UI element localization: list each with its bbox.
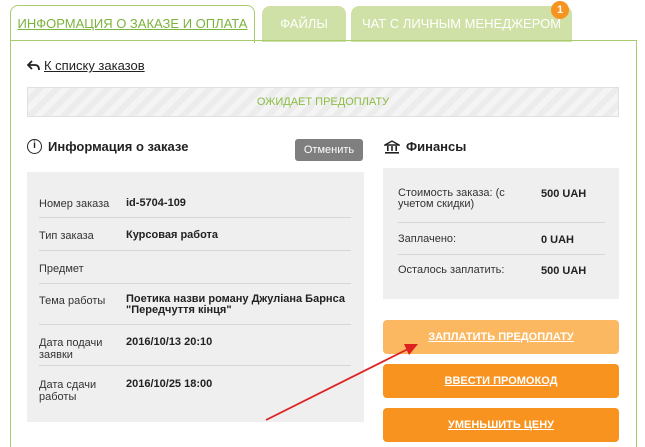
tab-order-info[interactable]: ИНФОРМАЦИЯ О ЗАКАЗЕ И ОПЛАТА xyxy=(10,5,255,43)
tab-chat[interactable]: ЧАТ С ЛИЧНЫМ МЕНЕДЖЕРОМ xyxy=(351,6,572,42)
info-label: Тип заказа xyxy=(39,230,94,242)
reduce-price-button[interactable]: УМЕНЬШИТЬ ЦЕНУ xyxy=(383,408,619,442)
info-value: Курсовая работа xyxy=(126,229,219,241)
finance-value: 0 UAH xyxy=(541,234,575,246)
info-label: Тема работы xyxy=(39,295,106,307)
info-label: Предмет xyxy=(39,263,84,275)
finance-label: Осталось заплатить: xyxy=(398,264,505,276)
info-row-order-number: Номер заказа id-5704-109 xyxy=(39,188,351,218)
finance-row-paid: Заплачено: 0 UAH xyxy=(398,223,605,255)
info-label: Дата сдачи работы xyxy=(39,379,97,403)
info-value: 2016/10/13 20:10 xyxy=(126,336,213,348)
info-label: Номер заказа xyxy=(39,198,110,210)
info-row-submit-date: Дата подачи заявки 2016/10/13 20:10 xyxy=(39,325,351,366)
enter-promocode-button[interactable]: ВВЕСТИ ПРОМОКОД xyxy=(383,364,619,398)
finance-value: 500 UAH xyxy=(541,265,587,277)
info-row-topic: Тема работы Поетика назви роману Джуліан… xyxy=(39,284,351,325)
info-icon: i xyxy=(27,139,42,154)
info-row-due-date: Дата сдачи работы 2016/10/25 18:00 xyxy=(39,366,351,408)
tab-bar: ИНФОРМАЦИЯ О ЗАКАЗЕ И ОПЛАТА ФАЙЛЫ ЧАТ С… xyxy=(8,3,640,43)
info-label: Дата подачи заявки xyxy=(39,337,103,361)
back-to-orders-link[interactable]: К списку заказов xyxy=(27,58,145,73)
finance-box: Стоимость заказа: (с учетом скидки) 500 … xyxy=(383,168,619,299)
order-info-heading: i Информация о заказе xyxy=(27,139,188,154)
finance-label: Заплачено: xyxy=(398,233,457,245)
info-row-subject: Предмет xyxy=(39,251,351,284)
cancel-order-button[interactable]: Отменить xyxy=(295,139,363,161)
finance-value: 500 UAH xyxy=(541,188,587,200)
bank-icon xyxy=(384,139,400,154)
info-value: 2016/10/25 18:00 xyxy=(126,378,213,390)
finance-row-cost: Стоимость заказа: (с учетом скидки) 500 … xyxy=(398,188,605,223)
info-value: id-5704-109 xyxy=(126,197,186,209)
chat-notification-badge: 1 xyxy=(551,1,569,19)
tab-files[interactable]: ФАЙЛЫ xyxy=(262,6,346,42)
finance-title: Финансы xyxy=(406,139,467,154)
finance-row-remaining: Осталось заплатить: 500 UAH xyxy=(398,255,605,285)
order-status-bar: ОЖИДАЕТ ПРЕДОПЛАТУ xyxy=(27,87,619,117)
info-row-order-type: Тип заказа Курсовая работа xyxy=(39,218,351,251)
order-info-title: Информация о заказе xyxy=(48,139,189,154)
back-arrow-icon xyxy=(27,59,40,70)
order-info-box: Номер заказа id-5704-109 Тип заказа Курс… xyxy=(27,172,364,422)
finance-heading: Финансы xyxy=(384,139,466,154)
pay-prepayment-button[interactable]: ЗАПЛАТИТЬ ПРЕДОПЛАТУ xyxy=(383,320,619,354)
finance-label: Стоимость заказа: (с учетом скидки) xyxy=(398,187,505,210)
info-value xyxy=(126,251,346,283)
info-value: Поетика назви роману Джуліана Барнса "Пе… xyxy=(126,293,345,316)
back-link-label: К списку заказов xyxy=(44,58,145,73)
